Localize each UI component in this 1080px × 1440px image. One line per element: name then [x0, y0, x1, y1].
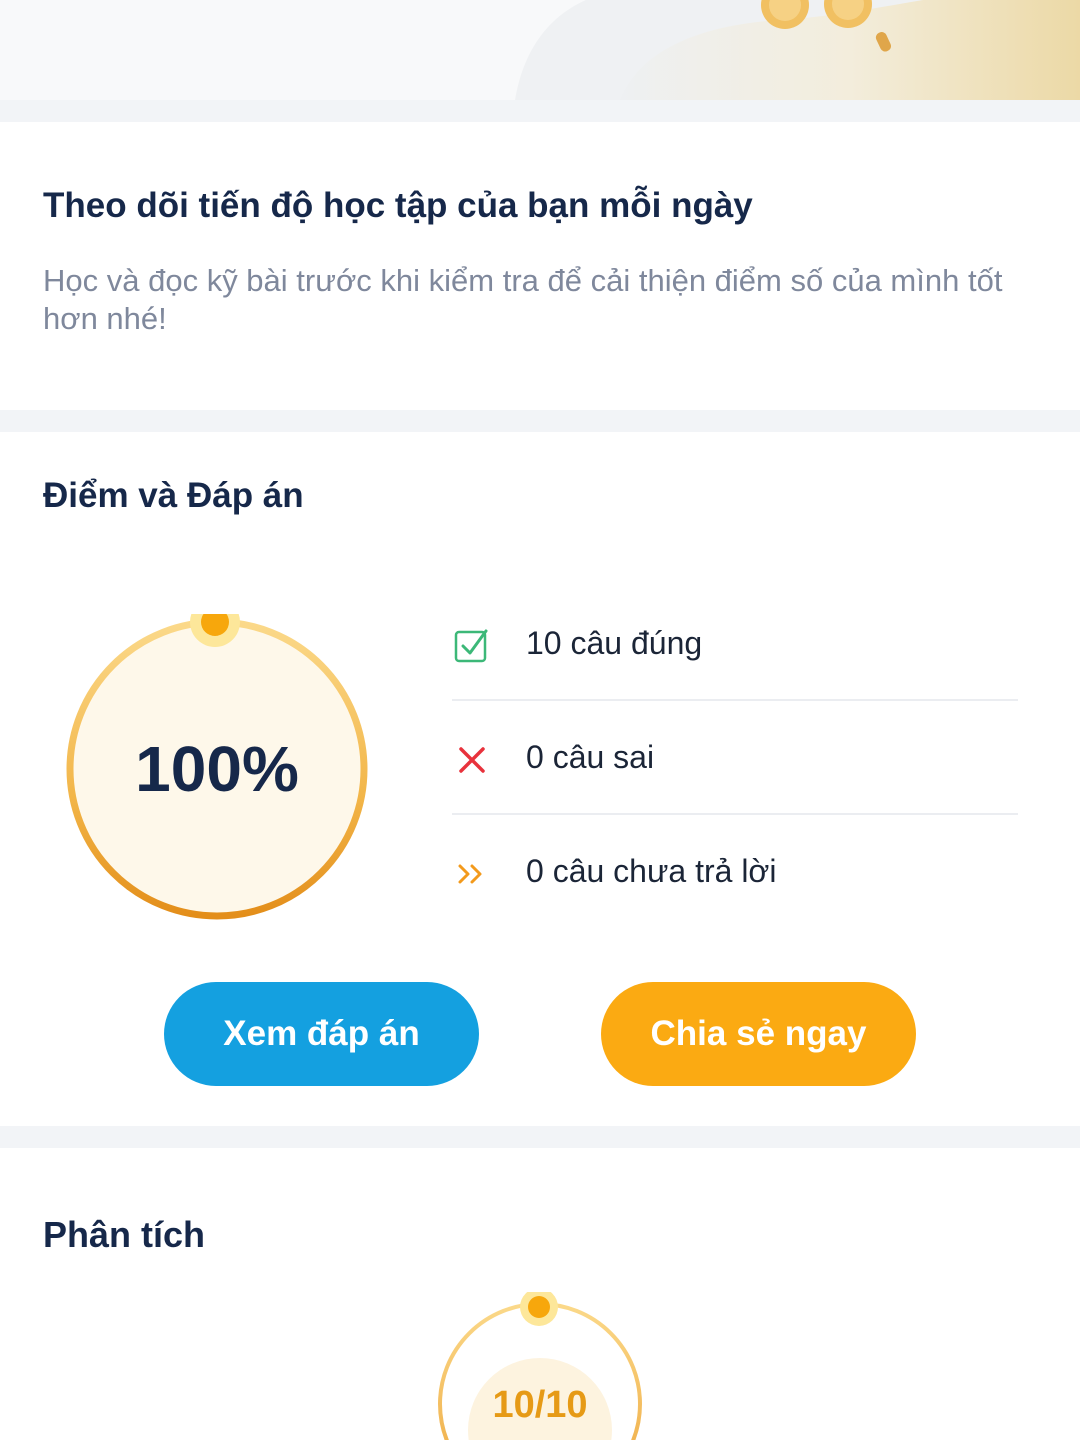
- stat-correct-label: 10 câu đúng: [526, 625, 703, 661]
- view-answers-button[interactable]: Xem đáp án: [164, 982, 479, 1086]
- answer-stats-list: 10 câu đúng 0 câu sai 0 câu chưa trả lời: [452, 587, 1018, 927]
- stat-unanswered: 0 câu chưa trả lời: [452, 815, 1018, 927]
- progress-title: Theo dõi tiến độ học tập của bạn mỗi ngà…: [43, 186, 753, 225]
- close-icon: [459, 747, 485, 773]
- stat-correct: 10 câu đúng: [452, 587, 1018, 701]
- double-chevron-right-icon: [458, 864, 482, 884]
- stat-wrong: 0 câu sai: [452, 701, 1018, 815]
- score-ring: 100%: [62, 614, 372, 924]
- analysis-title: Phân tích: [43, 1214, 206, 1255]
- progress-tracking-card: Theo dõi tiến độ học tập của bạn mỗi ngà…: [0, 122, 1080, 410]
- progress-description: Học và đọc kỹ bài trước khi kiểm tra để …: [43, 263, 1003, 336]
- analysis-card: Phân tích 10/10: [0, 1148, 1080, 1440]
- score-answers-card: Điểm và Đáp án 100% 10 câu đúng 0 câu sa…: [0, 432, 1080, 1126]
- analysis-score-ring: 10/10: [434, 1292, 646, 1440]
- stat-wrong-label: 0 câu sai: [526, 739, 655, 775]
- stat-unanswered-label: 0 câu chưa trả lời: [526, 853, 777, 889]
- analysis-score-value: 10/10: [492, 1384, 588, 1426]
- share-now-button[interactable]: Chia sẻ ngay: [601, 982, 916, 1086]
- checkbox-check-icon: [454, 629, 488, 663]
- score-section-title: Điểm và Đáp án: [43, 476, 304, 515]
- banner-illustration: [515, 0, 1080, 100]
- score-percentage: 100%: [135, 733, 299, 805]
- top-banner: [0, 0, 1080, 100]
